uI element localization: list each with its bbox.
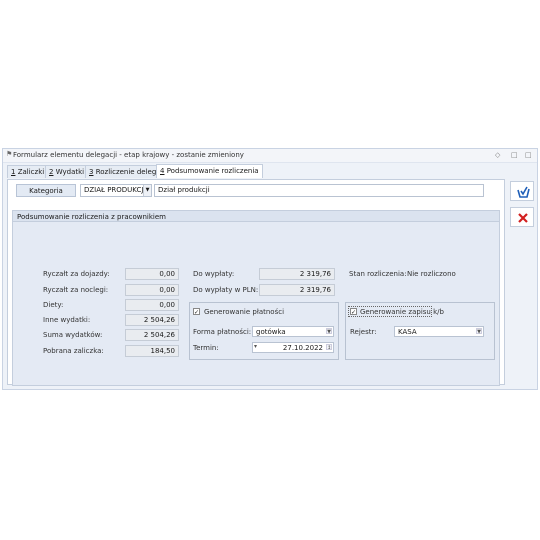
tab-wydatki[interactable]: 2 Wydatki — [45, 165, 89, 178]
cancel-icon — [518, 213, 528, 223]
maximize-icon[interactable]: □ — [511, 151, 518, 159]
stan-rozliczenia-label: Stan rozliczenia: — [349, 270, 407, 278]
rejestr-label: Rejestr: — [350, 328, 377, 336]
kategoria-code-select[interactable]: DZIAŁ PRODUKCJI ▼ — [80, 184, 152, 197]
rejestr-value: KASA — [398, 328, 417, 336]
do-wyplaty-pln-label: Do wypłaty w PLN: — [193, 286, 259, 294]
date-picker-icon[interactable]: ▾ — [254, 343, 257, 350]
forma-platnosci-value: gotówka — [256, 328, 286, 336]
suma-wydatkow-label: Suma wydatków: — [43, 331, 103, 339]
inne-wydatki-label: Inne wydatki: — [43, 316, 91, 324]
chevron-down-icon[interactable]: ▼ — [143, 185, 151, 196]
generowanie-platnosci-checkbox[interactable]: ✓ — [193, 308, 200, 316]
stan-rozliczenia-value: Nie rozliczono — [407, 270, 456, 278]
save-icon — [517, 186, 530, 198]
suma-wydatkow-value: 2 504,26 — [125, 329, 179, 341]
kategoria-description-field[interactable]: Dział produkcji — [154, 184, 484, 197]
chevron-down-icon[interactable]: ▼ — [326, 328, 332, 335]
do-wyplaty-pln-value: 2 319,76 — [259, 284, 335, 296]
termin-date-field[interactable]: ▾ 27.10.2022 ↕ — [252, 342, 334, 353]
generowanie-platnosci-label: Generowanie płatności — [204, 308, 285, 316]
pin-icon: ⚑ — [6, 150, 13, 158]
restore-icon[interactable]: ◇ — [495, 151, 500, 159]
payment-group: ✓ Generowanie płatności Forma płatności:… — [189, 302, 339, 360]
inne-wydatki-value: 2 504,26 — [125, 314, 179, 326]
kategoria-code-value: DZIAŁ PRODUKCJI — [84, 186, 146, 194]
spin-icon[interactable]: ↕ — [326, 344, 332, 351]
diety-value: 0,00 — [125, 299, 179, 311]
tab-podsumowanie-rozliczenia[interactable]: 4 Podsumowanie rozliczenia — [156, 164, 263, 178]
pobrana-zaliczka-value: 184,50 — [125, 345, 179, 357]
generowanie-zapisu-kb-label: Generowanie zapisu k/b — [360, 308, 444, 316]
do-wyplaty-label: Do wypłaty: — [193, 270, 235, 278]
summary-group: Podsumowanie rozliczenia z pracownikiem … — [12, 210, 500, 386]
termin-value: 27.10.2022 — [282, 344, 323, 352]
ryczalt-dojazdy-value: 0,00 — [125, 268, 179, 280]
cancel-button[interactable] — [510, 207, 534, 227]
delegation-form-window: ⚑ Formularz elementu delegacji - etap kr… — [2, 148, 538, 390]
window-title: Formularz elementu delegacji - etap kraj… — [13, 151, 244, 159]
ryczalt-dojazdy-label: Ryczałt za dojazdy: — [43, 270, 110, 278]
forma-platnosci-label: Forma płatności: — [193, 328, 252, 336]
chevron-down-icon[interactable]: ▼ — [476, 328, 482, 335]
termin-label: Termin: — [193, 344, 219, 352]
kb-group: ✓ Generowanie zapisu k/b Rejestr: KASA ▼ — [345, 302, 495, 360]
tab-zaliczki[interactable]: 1 Zaliczki — [7, 165, 49, 178]
do-wyplaty-value: 2 319,76 — [259, 268, 335, 280]
side-toolbar — [507, 179, 537, 385]
ryczalt-noclegi-value: 0,00 — [125, 284, 179, 296]
rejestr-select[interactable]: KASA ▼ — [394, 326, 484, 337]
save-button[interactable] — [510, 181, 534, 201]
forma-platnosci-select[interactable]: gotówka ▼ — [252, 326, 334, 337]
pobrana-zaliczka-label: Pobrana zaliczka: — [43, 347, 104, 355]
kategoria-button[interactable]: Kategoria — [16, 184, 76, 197]
tab-content: Kategoria DZIAŁ PRODUKCJI ▼ Dział produk… — [7, 179, 505, 386]
summary-group-title: Podsumowanie rozliczenia z pracownikiem — [13, 211, 499, 222]
close-window-icon[interactable]: □ — [525, 151, 532, 159]
generowanie-zapisu-kb-checkbox[interactable]: ✓ — [350, 308, 357, 316]
ryczalt-noclegi-label: Ryczałt za noclegi: — [43, 286, 109, 294]
title-bar: ⚑ Formularz elementu delegacji - etap kr… — [3, 149, 537, 163]
diety-label: Diety: — [43, 301, 64, 309]
